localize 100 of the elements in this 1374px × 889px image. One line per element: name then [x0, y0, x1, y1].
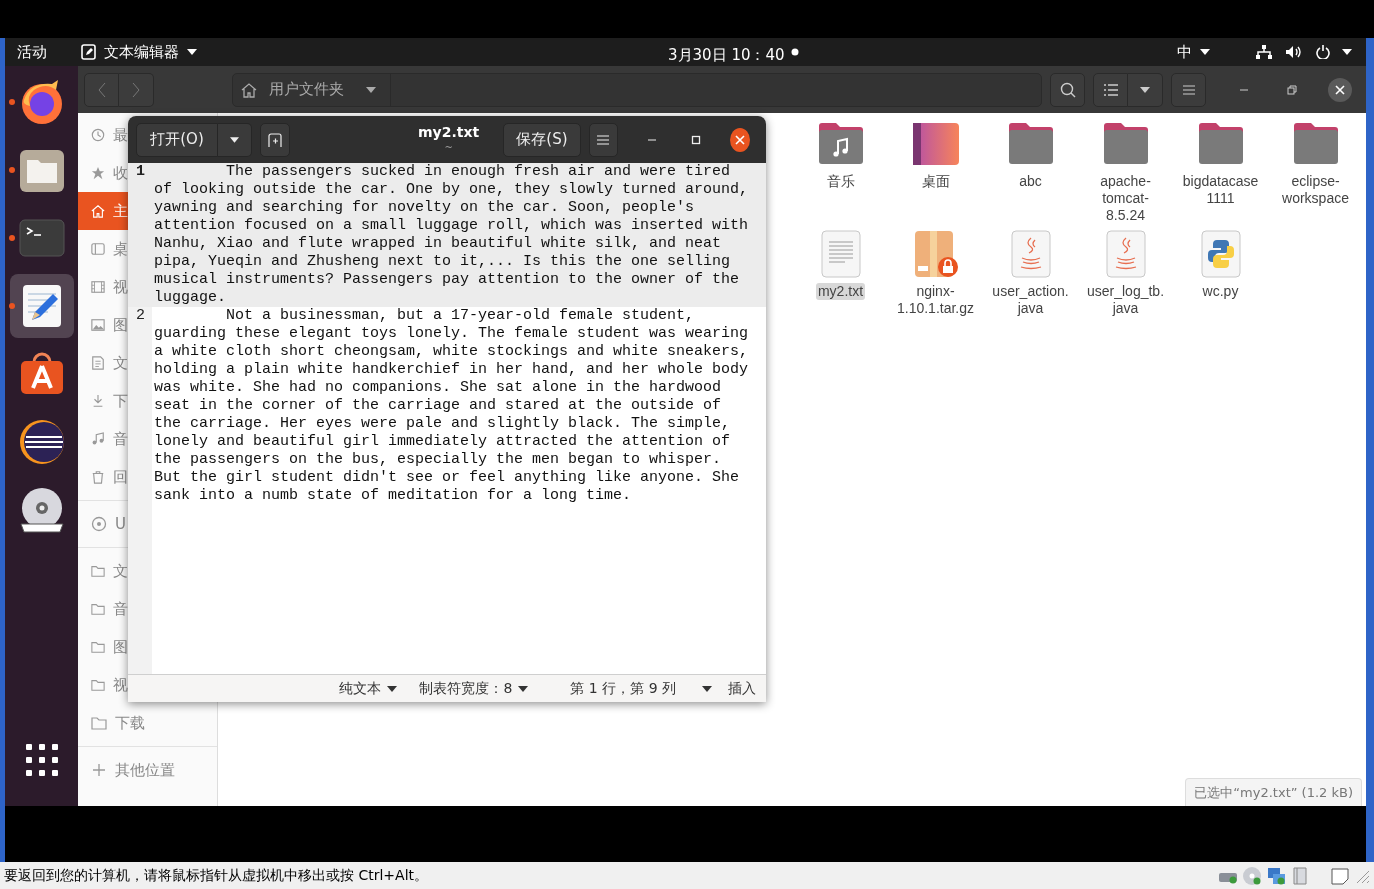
search-button[interactable]: [1050, 72, 1085, 107]
sidebar-item[interactable]: 收: [78, 154, 128, 192]
selection-status: 已选中“my2.txt” (1.2 kB): [1185, 777, 1362, 806]
clock-icon: [91, 127, 105, 143]
system-menu[interactable]: [1316, 45, 1352, 59]
caret-icon: [1200, 49, 1210, 55]
file-name[interactable]: 音乐: [799, 173, 882, 190]
star-icon: [91, 165, 105, 181]
window-subtitle: ~: [444, 143, 453, 153]
file-name[interactable]: apache-tomcat-8.5.24: [1084, 173, 1167, 224]
folder-icon: [91, 601, 105, 617]
music-note-icon: [91, 431, 105, 447]
home-icon: [91, 203, 105, 219]
notification-dot-icon: [791, 48, 799, 56]
caret-icon: [518, 685, 529, 692]
file-name[interactable]: bigdatacase1111: [1179, 173, 1262, 207]
caret-icon: [1140, 86, 1150, 93]
close-button[interactable]: [1328, 77, 1352, 102]
power-icon: [1316, 45, 1330, 59]
caret-icon: [187, 49, 197, 55]
open-button[interactable]: 打开(O): [136, 122, 218, 157]
folder-icon: [91, 639, 105, 655]
insert-mode: 插入: [728, 679, 756, 698]
sidebar-item[interactable]: 音: [78, 590, 128, 628]
network-adapter-icon[interactable]: [1266, 865, 1286, 886]
menu-button[interactable]: [588, 122, 619, 157]
sidebar-item[interactable]: 视: [78, 268, 128, 306]
sidebar-item[interactable]: U: [78, 505, 128, 543]
caret-icon: [230, 136, 239, 143]
list-view-button[interactable]: [1093, 72, 1128, 107]
minimize-icon: [647, 138, 657, 141]
optical-disc-icon[interactable]: [1242, 865, 1262, 886]
display-icon[interactable]: [1330, 865, 1350, 886]
menu-icon: [1182, 84, 1195, 95]
sidebar-item[interactable]: 主: [78, 192, 128, 230]
close-icon: [1335, 84, 1345, 95]
home-icon: [241, 81, 257, 98]
search-icon: [1059, 81, 1076, 98]
tab-width-dropdown[interactable]: 制表符宽度：8: [413, 678, 535, 699]
sidebar-item[interactable]: 音: [78, 420, 128, 458]
sidebar-item[interactable]: 视: [78, 666, 128, 704]
app-grid-icon[interactable]: [25, 744, 58, 776]
sidebar-item[interactable]: 文: [78, 552, 128, 590]
network-icon[interactable]: [1256, 45, 1272, 59]
save-button[interactable]: 保存(S): [503, 122, 581, 157]
line-number: 1: [135, 163, 146, 182]
file-name[interactable]: my2.txt: [815, 283, 866, 300]
image-icon: [91, 317, 105, 333]
status-message: 要返回到您的计算机，请将鼠标指针从虚拟机中移出或按 Ctrl+Alt。: [4, 866, 429, 885]
sidebar-item[interactable]: 其他位置: [78, 751, 217, 789]
caret-icon: [1342, 49, 1352, 55]
new-tab-button[interactable]: [260, 122, 291, 157]
sidebar-item[interactable]: 图: [78, 306, 128, 344]
file-name[interactable]: nginx-1.10.1.tar.gz: [894, 283, 977, 317]
sidebar-item[interactable]: 下载: [78, 704, 217, 742]
maximize-icon: [691, 134, 701, 145]
download-icon: [91, 393, 105, 409]
paragraph-text: The passengers sucked in enough fresh air and were tired of looking outside the car. One by one, they slowly turned around, yawning and searching for novelty on the car. Soon, people's attention focused on a small luggage roll, which was inserted with Nanhu, Xiao and flute wrapped in beautiful white silk, and neat pipa, Yueqin and Zhusheng next to it,... Is this the one selling musical instruments? Passengers pay attention to the owner of the luggage.: [154, 163, 750, 307]
file-name[interactable]: user_action.java: [989, 283, 1072, 317]
minimize-icon: [1239, 88, 1249, 91]
line-number: 2: [135, 307, 146, 326]
striped-globe-icon[interactable]: [17, 418, 66, 466]
sidebar-item[interactable]: 桌: [78, 230, 128, 268]
app-menu[interactable]: 文本编辑器: [81, 40, 197, 64]
sidebar-item[interactable]: 最: [78, 116, 128, 154]
folder-icon: [91, 677, 105, 693]
trash-icon: [91, 469, 105, 485]
desktop-folder-icon: [911, 120, 960, 168]
caret-icon: [387, 685, 398, 692]
path-button[interactable]: 用户文件夹: [233, 73, 391, 106]
window-title: my2.txt: [418, 123, 480, 142]
clock[interactable]: 3月30日 10：40: [668, 44, 785, 67]
coffee-cup-file-icon: [1105, 230, 1146, 278]
sidebar-item[interactable]: 文: [78, 344, 128, 382]
close-icon: [735, 134, 745, 145]
file-name[interactable]: 桌面: [894, 173, 977, 190]
close-button[interactable]: [730, 127, 750, 152]
file-name[interactable]: eclipse-workspace: [1274, 173, 1357, 207]
list-view-icon: [1103, 83, 1118, 96]
view-options-button[interactable]: [1128, 72, 1163, 107]
volume-icon[interactable]: [1286, 45, 1302, 59]
sidebar-item[interactable]: 下: [78, 382, 128, 420]
language-dropdown[interactable]: 纯文本: [333, 678, 404, 699]
plus-icon: [91, 762, 107, 778]
dvd-disc-icon[interactable]: [17, 486, 66, 534]
folder-icon: [91, 563, 105, 579]
open-menu-button[interactable]: [218, 122, 252, 157]
text-file-icon: [820, 230, 861, 278]
sidebar-item[interactable]: 图: [78, 628, 128, 666]
restore-icon: [1287, 84, 1297, 95]
activities-button[interactable]: 活动: [17, 40, 47, 64]
input-method-menu[interactable]: 中: [1177, 40, 1210, 64]
file-name[interactable]: wc.py: [1179, 283, 1262, 300]
cursor-position: 第 1 行，第 9 列: [570, 679, 676, 698]
caret-icon: [702, 685, 712, 692]
file-name[interactable]: abc: [989, 173, 1072, 190]
coffee-cup-file-icon: [1010, 230, 1051, 278]
file-name[interactable]: user_log_tb.java: [1084, 283, 1167, 317]
menu-button[interactable]: [1171, 72, 1206, 107]
desktop-icon: [91, 241, 105, 257]
